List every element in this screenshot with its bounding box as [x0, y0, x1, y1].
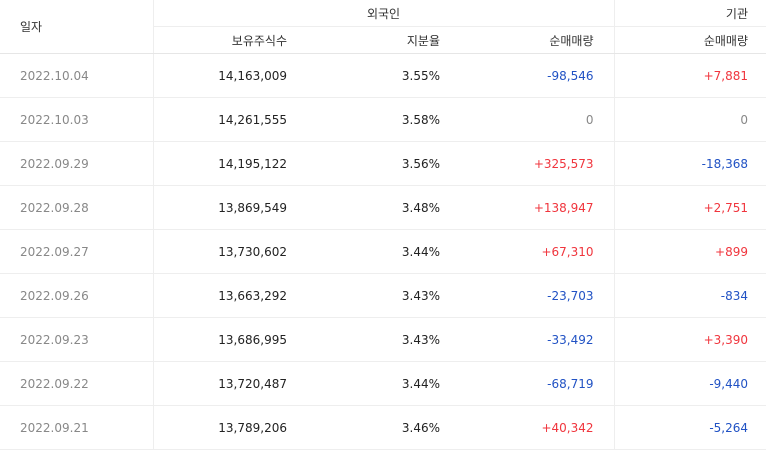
cell-holdings: 14,261,555 — [152, 97, 307, 142]
header-foreign-group: 외국인 — [152, 0, 614, 27]
cell-ratio: 3.43% — [307, 317, 460, 362]
header-date: 일자 — [0, 0, 153, 54]
cell-holdings: 14,163,009 — [152, 53, 307, 98]
cell-institution-net: -18,368 — [613, 141, 766, 186]
header-group-row: 일자 외국인 기관 — [0, 0, 766, 54]
cell-holdings: 14,195,122 — [152, 141, 307, 186]
header-institution-net: 순매매량 — [613, 26, 766, 54]
cell-institution-net: +7,881 — [613, 53, 766, 98]
cell-date: 2022.09.23 — [0, 317, 153, 362]
cell-foreign-net: +325,573 — [460, 141, 614, 186]
cell-institution-net: -5,264 — [613, 405, 766, 450]
table-row: 2022.09.27 13,730,602 3.44% +67,310 +899 — [0, 229, 766, 274]
table-row: 2022.09.29 14,195,122 3.56% +325,573 -18,368 — [0, 141, 766, 186]
cell-holdings: 13,663,292 — [152, 273, 307, 318]
header-ratio: 지분율 — [307, 26, 460, 54]
cell-date: 2022.09.21 — [0, 405, 153, 450]
cell-ratio: 3.58% — [307, 97, 460, 142]
table-row: 2022.09.21 13,789,206 3.46% +40,342 -5,264 — [0, 405, 766, 450]
table-row: 2022.10.04 14,163,009 3.55% -98,546 +7,881 — [0, 53, 766, 98]
cell-holdings: 13,789,206 — [152, 405, 307, 450]
cell-foreign-net: -33,492 — [460, 317, 614, 362]
cell-foreign-net: +67,310 — [460, 229, 614, 274]
cell-date: 2022.09.22 — [0, 361, 153, 406]
cell-institution-net: +2,751 — [613, 185, 766, 230]
cell-institution-net: +899 — [613, 229, 766, 274]
cell-date: 2022.09.29 — [0, 141, 153, 186]
header-institution-group: 기관 — [613, 0, 766, 27]
header-holdings: 보유주식수 — [152, 26, 307, 54]
cell-ratio: 3.44% — [307, 361, 460, 406]
cell-ratio: 3.56% — [307, 141, 460, 186]
cell-ratio: 3.46% — [307, 405, 460, 450]
cell-foreign-net: +138,947 — [460, 185, 614, 230]
cell-date: 2022.09.28 — [0, 185, 153, 230]
cell-holdings: 13,686,995 — [152, 317, 307, 362]
cell-date: 2022.09.27 — [0, 229, 153, 274]
cell-institution-net: -9,440 — [613, 361, 766, 406]
cell-holdings: 13,869,549 — [152, 185, 307, 230]
table-row: 2022.09.26 13,663,292 3.43% -23,703 -834 — [0, 273, 766, 318]
cell-date: 2022.09.26 — [0, 273, 153, 318]
table-row: 2022.09.22 13,720,487 3.44% -68,719 -9,440 — [0, 361, 766, 406]
cell-ratio: 3.55% — [307, 53, 460, 98]
cell-date: 2022.10.04 — [0, 53, 153, 98]
cell-ratio: 3.43% — [307, 273, 460, 318]
table-row: 2022.09.23 13,686,995 3.43% -33,492 +3,390 — [0, 317, 766, 362]
table-row: 2022.09.28 13,869,549 3.48% +138,947 +2,751 — [0, 185, 766, 230]
cell-institution-net: -834 — [613, 273, 766, 318]
cell-foreign-net: 0 — [460, 97, 614, 142]
table-row: 2022.10.03 14,261,555 3.58% 0 0 — [0, 97, 766, 142]
cell-holdings: 13,720,487 — [152, 361, 307, 406]
cell-ratio: 3.48% — [307, 185, 460, 230]
cell-ratio: 3.44% — [307, 229, 460, 274]
table-header: 일자 외국인 기관 보유주식수 지분율 순매매량 순매매량 — [0, 0, 766, 54]
cell-foreign-net: -23,703 — [460, 273, 614, 318]
cell-foreign-net: -68,719 — [460, 361, 614, 406]
cell-foreign-net: -98,546 — [460, 53, 614, 98]
investor-trading-table: 일자 외국인 기관 보유주식수 지분율 순매매량 순매매량 2022.10.04… — [0, 0, 766, 450]
cell-institution-net: +3,390 — [613, 317, 766, 362]
cell-foreign-net: +40,342 — [460, 405, 614, 450]
cell-institution-net: 0 — [613, 97, 766, 142]
header-foreign-net: 순매매량 — [460, 26, 614, 54]
table-body: 2022.10.04 14,163,009 3.55% -98,546 +7,881 20… — [0, 53, 766, 450]
cell-date: 2022.10.03 — [0, 97, 153, 142]
cell-holdings: 13,730,602 — [152, 229, 307, 274]
